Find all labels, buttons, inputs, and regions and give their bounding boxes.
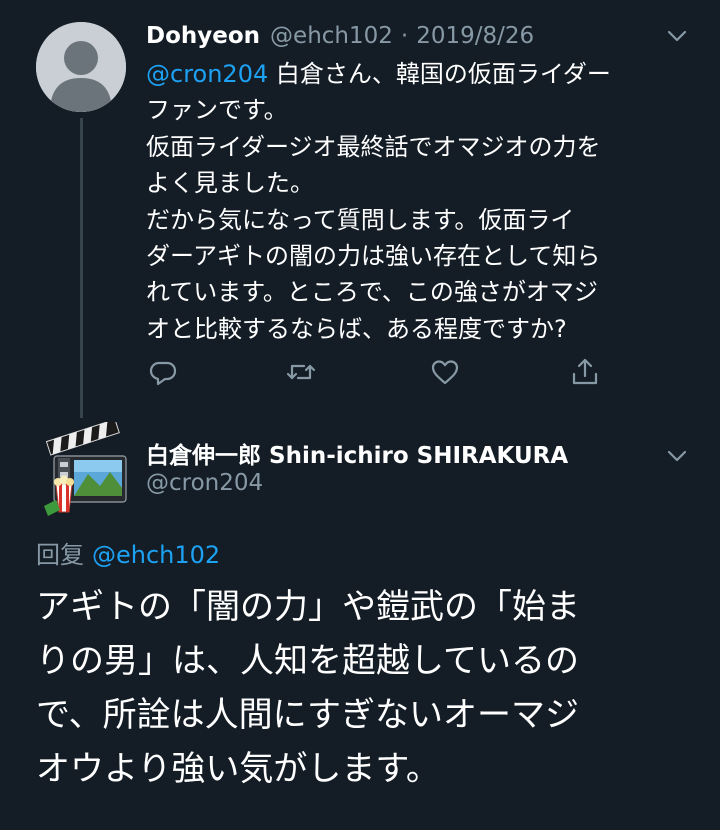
reply-icon [149, 361, 177, 386]
tweet-2[interactable]: 白倉伸一郎 Shin-ichiro SHIRAKURA @cron204 回复 @… [0, 410, 720, 830]
retweet-icon [286, 364, 316, 380]
avatar[interactable] [36, 418, 132, 518]
reply-prefix: 回复 [36, 541, 84, 569]
tweet-body: 白倉さん、韓国の仮面ライダー ファンです。 仮面ライダージオ最終話でオマジオの力… [146, 60, 611, 343]
like-icon [431, 360, 459, 385]
retweet-button[interactable] [284, 355, 318, 389]
avatar[interactable] [36, 22, 126, 112]
user-handle[interactable]: @ehch102 [270, 23, 393, 49]
chevron-down-icon[interactable] [664, 26, 690, 46]
separator-dot: · [400, 23, 409, 49]
share-icon [572, 358, 598, 385]
tweet-header: Dohyeon @ehch102 · 2019/8/26 [146, 18, 534, 54]
reply-mention-link[interactable]: @ehch102 [92, 541, 220, 569]
display-name[interactable]: Dohyeon [146, 23, 260, 49]
reply-button[interactable] [146, 355, 180, 389]
share-button[interactable] [568, 355, 602, 389]
tweet-1[interactable]: Dohyeon @ehch102 · 2019/8/26 @cron204 白倉… [0, 0, 720, 418]
chevron-down-icon[interactable] [664, 446, 690, 466]
tweet-body: アギトの「闇の力」や鎧武の「始ま りの男」は、人知を超越しているの で、所詮は人… [36, 587, 580, 789]
clapperboard-film-icon [44, 418, 127, 516]
default-profile-icon [36, 22, 126, 112]
thread-line [80, 118, 83, 418]
tweet-actions [146, 355, 606, 389]
replying-to: 回复 @ehch102 [36, 535, 220, 570]
mention-link[interactable]: @cron204 [146, 60, 268, 88]
user-handle[interactable]: @cron204 [146, 470, 263, 496]
like-button[interactable] [428, 355, 462, 389]
display-name[interactable]: 白倉伸一郎 Shin-ichiro SHIRAKURA [146, 435, 568, 471]
tweet-text: @cron204 白倉さん、韓国の仮面ライダー ファンです。 仮面ライダージオ最… [146, 56, 694, 347]
tweet-date[interactable]: 2019/8/26 [416, 23, 534, 49]
